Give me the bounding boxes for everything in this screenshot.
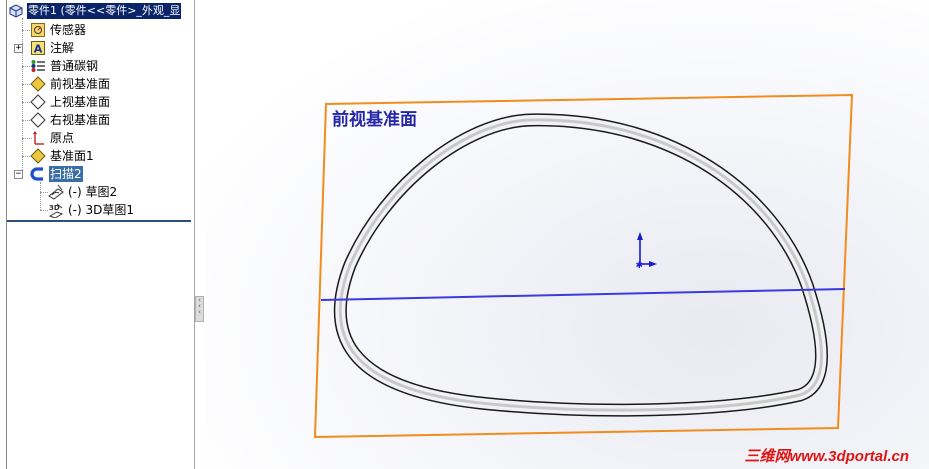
tree-connector <box>40 210 48 211</box>
front-plane-label: 前视基准面 <box>332 110 417 130</box>
sweep-icon <box>30 166 46 182</box>
tree-item-sweep2[interactable]: 扫描2 <box>30 165 83 183</box>
tree-item-top-plane[interactable]: 上视基准面 <box>30 93 111 111</box>
tree-item-plane1[interactable]: 基准面1 <box>30 147 95 165</box>
tree-item-label: 传感器 <box>50 23 87 37</box>
tree-item-label: 注解 <box>50 41 75 55</box>
origin-icon <box>30 130 46 146</box>
tree-item-origin[interactable]: 原点 <box>30 129 75 147</box>
panel-splitter[interactable] <box>195 0 205 469</box>
tree-item-label: 原点 <box>50 131 75 145</box>
graphics-viewport[interactable]: ✱ 前视基准面 三维网www.3dportal.cn <box>205 0 929 469</box>
plane-icon <box>30 76 46 92</box>
tree-item-sensors[interactable]: 传感器 <box>30 21 87 39</box>
tree-item-label: 基准面1 <box>50 149 94 163</box>
collapse-sweep-toggle[interactable]: − <box>14 170 23 179</box>
tree-connector <box>22 18 23 176</box>
tree-item-label: (-) 草图2 <box>68 185 118 199</box>
material-icon <box>30 58 46 74</box>
origin-triad-icon: ✱ <box>636 232 657 271</box>
tree-root-part[interactable]: 零件1 (零件<<零件>_外观_显 <box>8 2 182 20</box>
svg-text:A: A <box>34 43 43 56</box>
tree-item-label: 普通碳钢 <box>50 59 99 73</box>
tree-item-label: (-) 3D草图1 <box>68 203 135 217</box>
sweep-tube-body[interactable] <box>333 113 828 417</box>
tree-item-3d-sketch1[interactable]: 3D (-) 3D草图1 <box>48 201 135 219</box>
3d-sketch-icon: 3D <box>48 202 64 218</box>
sketch-icon <box>48 184 64 200</box>
tree-item-sketch2[interactable]: (-) 草图2 <box>48 183 118 201</box>
svg-text:✱: ✱ <box>636 261 644 271</box>
tree-connector <box>40 182 41 210</box>
tree-item-right-plane[interactable]: 右视基准面 <box>30 111 111 129</box>
tree-connector <box>40 192 48 193</box>
plane-icon <box>30 112 46 128</box>
tree-item-material[interactable]: 普通碳钢 <box>30 57 99 75</box>
tree-item-annotations[interactable]: A 注解 <box>30 39 75 57</box>
sweep-path-line[interactable] <box>320 288 846 301</box>
expand-annotations-toggle[interactable]: + <box>14 44 23 53</box>
tree-item-label: 扫描2 <box>49 166 83 182</box>
tree-item-front-plane[interactable]: 前视基准面 <box>30 75 111 93</box>
tree-bottom-rule <box>7 220 191 222</box>
tree-item-label: 前视基准面 <box>50 77 111 91</box>
tree-item-label: 上视基准面 <box>50 95 111 109</box>
annotation-icon: A <box>30 40 46 56</box>
plane-icon <box>30 148 46 164</box>
tree-item-label: 右视基准面 <box>50 113 111 127</box>
collapse-panel-handle[interactable]: ‹ ‹ ‹ <box>195 296 204 322</box>
part-icon <box>8 3 24 19</box>
tree-left-rule <box>6 0 7 469</box>
tree-root-label: 零件1 (零件<<零件>_外观_显 <box>27 3 182 19</box>
plane-icon <box>30 94 46 110</box>
feature-manager-tree: 零件1 (零件<<零件>_外观_显 + − 传感器 A 注解 普通碳钢 前视基准 <box>0 0 195 469</box>
site-watermark: 三维网www.3dportal.cn <box>744 448 909 465</box>
graphics-canvas: ✱ <box>313 93 854 439</box>
sensor-icon <box>30 22 46 38</box>
